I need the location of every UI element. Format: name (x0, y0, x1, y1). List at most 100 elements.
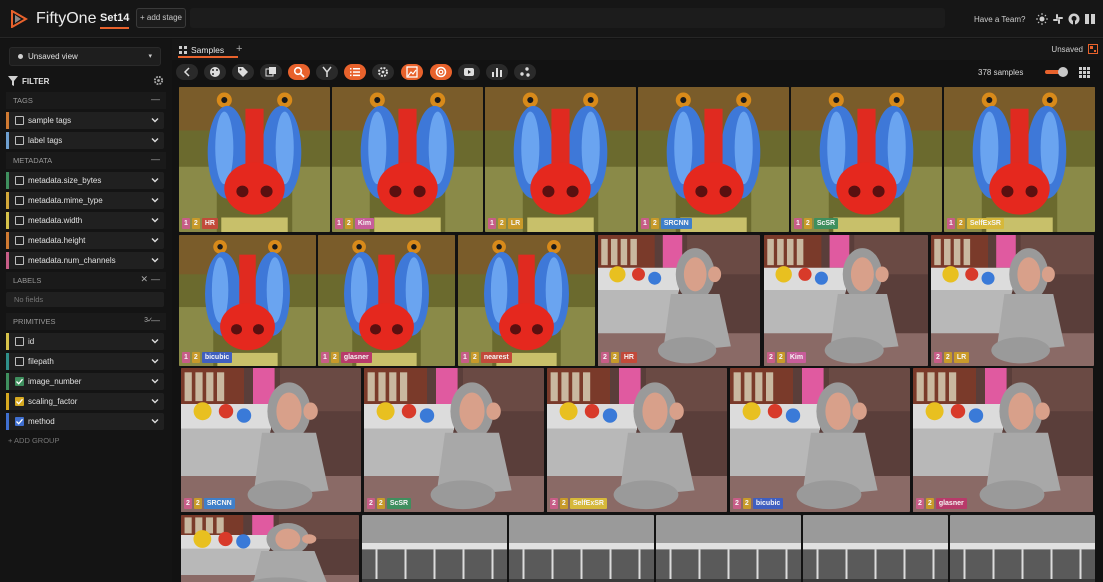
image-button[interactable] (401, 64, 423, 80)
field-row[interactable]: method (6, 413, 164, 430)
field-checkbox[interactable] (15, 377, 24, 386)
chevron-down-icon[interactable] (151, 116, 159, 124)
list-button[interactable] (344, 64, 366, 80)
chevron-down-icon[interactable] (151, 417, 159, 425)
section-labels[interactable]: LABELS ✕ — (6, 272, 166, 289)
field-row[interactable]: metadata.size_bytes (6, 172, 164, 189)
openai-button[interactable] (430, 64, 452, 80)
chart-button[interactable] (486, 64, 508, 80)
theme-icon[interactable] (1036, 13, 1048, 25)
field-row[interactable]: metadata.mime_type (6, 192, 164, 209)
add-panel-button[interactable]: + (236, 43, 242, 55)
close-icon[interactable]: ✕ (140, 274, 148, 285)
palette-button[interactable] (204, 64, 226, 80)
sample-tile[interactable] (362, 515, 507, 582)
field-checkbox[interactable] (15, 417, 24, 426)
field-checkbox[interactable] (15, 357, 24, 366)
sample-tile[interactable]: 1 2 SelfExSR (944, 87, 1095, 232)
sample-tile[interactable]: 1 2 glasner (318, 235, 455, 366)
sample-tile[interactable]: 1 2 nearest (458, 235, 595, 366)
add-group-button[interactable]: + ADD GROUP (8, 436, 59, 445)
field-checkbox[interactable] (15, 236, 24, 245)
field-checkbox[interactable] (15, 176, 24, 185)
field-row[interactable]: metadata.height (6, 232, 164, 249)
saved-view-selector[interactable]: Unsaved view ▾ (9, 47, 161, 66)
field-checkbox[interactable] (15, 196, 24, 205)
sample-tile[interactable]: 2 2 LR (931, 235, 1094, 366)
team-link[interactable]: Have a Team? (974, 15, 1025, 24)
sample-tile[interactable]: 1 2 HR (179, 87, 330, 232)
chevron-down-icon[interactable] (151, 357, 159, 365)
sample-tile[interactable]: 2 2 Kim (764, 235, 928, 366)
section-primitives[interactable]: PRIMITIVES 3 ✓ — (6, 313, 166, 330)
field-row[interactable]: metadata.num_channels (6, 252, 164, 269)
field-row[interactable]: id (6, 333, 164, 350)
chevron-down-icon[interactable] (151, 337, 159, 345)
docs-icon[interactable] (1084, 13, 1096, 25)
field-row[interactable]: sample tags (6, 112, 164, 129)
field-checkbox[interactable] (15, 397, 24, 406)
sample-tile[interactable]: 1 2 SRCNN (638, 87, 789, 232)
sample-tile[interactable]: 1 2 LR (485, 87, 636, 232)
collapse-icon[interactable]: — (151, 94, 160, 104)
merge-button[interactable] (316, 64, 338, 80)
chevron-down-icon[interactable] (151, 176, 159, 184)
field-row[interactable]: scaling_factor (6, 393, 164, 410)
sample-grid[interactable]: 1 2 HR 1 2 Kim 1 2 LR 1 2 SRCNN 1 2 ScSR… (172, 86, 1103, 582)
chevron-down-icon[interactable] (151, 256, 159, 264)
field-checkbox[interactable] (15, 216, 24, 225)
clone-button[interactable] (260, 64, 282, 80)
collapse-icon[interactable]: — (151, 315, 160, 325)
chevron-down-icon[interactable] (151, 397, 159, 405)
sample-tile[interactable] (950, 515, 1095, 582)
tag-button[interactable] (232, 64, 254, 80)
sample-tile[interactable]: 2 2 bicubic (730, 368, 910, 512)
grid-settings-icon[interactable] (1079, 67, 1090, 78)
field-row[interactable]: label tags (6, 132, 164, 149)
field-checkbox[interactable] (15, 337, 24, 346)
chevron-down-icon[interactable] (151, 377, 159, 385)
field-checkbox[interactable] (15, 136, 24, 145)
chevron-left-button[interactable] (176, 64, 198, 80)
sample-tile[interactable]: 1 2 ScSR (791, 87, 942, 232)
github-icon[interactable] (1068, 13, 1080, 25)
sample-tile[interactable]: 1 2 bicubic (179, 235, 316, 366)
sample-tile[interactable] (509, 515, 654, 582)
workspace-icon[interactable] (1088, 44, 1098, 54)
field-checkbox[interactable] (15, 256, 24, 265)
chevron-down-icon[interactable] (151, 196, 159, 204)
search-button[interactable] (288, 64, 310, 80)
cluster-button[interactable] (514, 64, 536, 80)
sample-tile[interactable]: 1 2 Kim (332, 87, 483, 232)
section-metadata[interactable]: METADATA — (6, 152, 166, 169)
gear-icon[interactable] (153, 75, 164, 86)
field-checkbox[interactable] (15, 116, 24, 125)
field-row[interactable]: image_number (6, 373, 164, 390)
chevron-down-icon[interactable] (151, 236, 159, 244)
sample-tile[interactable]: 2 2 HR (598, 235, 760, 366)
dataset-name[interactable]: Set14 (100, 12, 130, 29)
slack-icon[interactable] (1052, 13, 1064, 25)
field-row[interactable]: metadata.width (6, 212, 164, 229)
sample-tile[interactable] (656, 515, 801, 582)
sample-tile[interactable]: 2 2 SRCNN (181, 368, 361, 512)
video-button[interactable] (458, 64, 480, 80)
add-stage-button[interactable]: + add stage (136, 8, 186, 28)
chevron-down-icon[interactable] (151, 216, 159, 224)
tab-samples[interactable]: Samples (178, 41, 238, 58)
sample-tile[interactable]: 2 2 SelfExSR (547, 368, 727, 512)
sample-tile[interactable]: 2 2 ScSR (364, 368, 544, 512)
app-brand[interactable]: FiftyOne (36, 10, 96, 28)
chevron-down-icon[interactable] (151, 136, 159, 144)
sample-tile[interactable]: 2 2 glasner (913, 368, 1093, 512)
zoom-slider-handle[interactable] (1058, 67, 1068, 77)
view-stage-bar[interactable] (190, 8, 945, 28)
section-tags[interactable]: TAGS — (6, 92, 166, 109)
fiftyone-logo-icon[interactable] (10, 10, 28, 28)
sample-tile[interactable] (181, 515, 359, 582)
gear-button[interactable] (372, 64, 394, 80)
collapse-icon[interactable]: — (151, 274, 160, 284)
collapse-icon[interactable]: — (151, 154, 160, 164)
field-row[interactable]: filepath (6, 353, 164, 370)
sample-tile[interactable] (803, 515, 948, 582)
